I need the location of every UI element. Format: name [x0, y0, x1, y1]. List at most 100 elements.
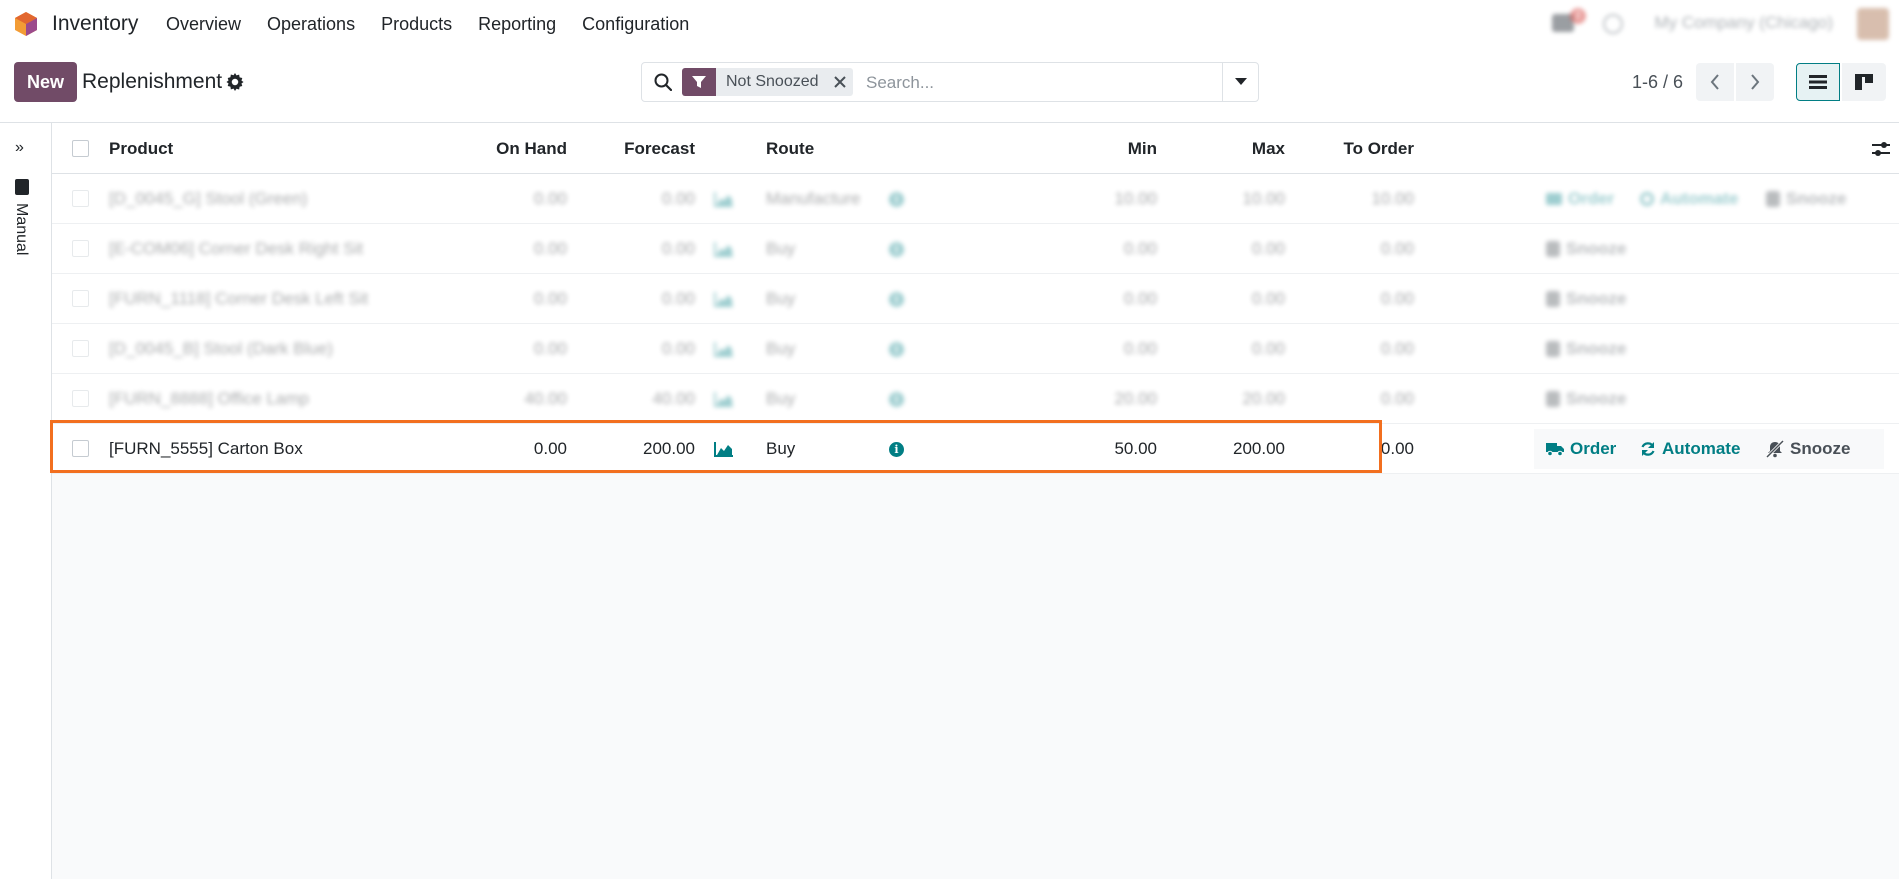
truck-icon: [1546, 443, 1564, 456]
info-icon[interactable]: i: [889, 342, 904, 357]
snooze-button[interactable]: Snooze: [1546, 289, 1626, 309]
bell-slash-icon: [1546, 241, 1560, 257]
pager-previous-chevron-left-icon[interactable]: [1696, 63, 1734, 101]
row-checkbox[interactable]: [72, 390, 89, 407]
forecast-value: 40.00: [652, 389, 695, 408]
forecast-area-chart-icon[interactable]: [714, 341, 734, 357]
manual-filter[interactable]: Manual: [12, 203, 30, 255]
table-row-carton-box[interactable]: [FURN_5555] Carton Box 0.00 200.00 Buy i…: [52, 424, 1899, 474]
product-name[interactable]: [D_0045_B] Stool (Dark Blue): [109, 339, 333, 359]
on-hand-value: 0.00: [533, 289, 567, 308]
notification-badge: 2: [1570, 8, 1586, 24]
product-name[interactable]: [FURN_8888] Office Lamp: [109, 389, 309, 409]
snooze-button[interactable]: Snooze: [1546, 389, 1626, 409]
company-switcher[interactable]: My Company (Chicago): [1654, 13, 1833, 33]
search-options-chevron-down-icon[interactable]: [1222, 62, 1259, 102]
gear-icon[interactable]: [226, 73, 244, 91]
bell-slash-icon: [1766, 440, 1784, 458]
user-avatar[interactable]: [1857, 8, 1889, 40]
column-min[interactable]: Min: [1007, 139, 1157, 159]
menu-reporting[interactable]: Reporting: [478, 14, 556, 35]
forecast-area-chart-icon[interactable]: [714, 291, 734, 307]
product-name[interactable]: [E-COM06] Corner Desk Right Sit: [109, 239, 363, 259]
row-checkbox[interactable]: [72, 440, 89, 457]
app-logo-icon[interactable]: [14, 11, 38, 37]
filter-icon: [682, 68, 716, 96]
search-icon[interactable]: [654, 73, 672, 91]
snooze-button[interactable]: Snooze: [1546, 239, 1626, 259]
column-max[interactable]: Max: [1162, 139, 1285, 159]
info-icon[interactable]: i: [889, 242, 904, 257]
table-header: Product On Hand Forecast Route Min Max T…: [52, 123, 1899, 174]
min-value: 10.00: [1114, 189, 1157, 208]
list-view-icon[interactable]: [1796, 63, 1840, 101]
min-value: 0.00: [1123, 339, 1157, 358]
breadcrumb-title: Replenishment: [82, 70, 223, 93]
menu-products[interactable]: Products: [381, 14, 452, 35]
info-icon[interactable]: i: [889, 292, 904, 307]
table-row[interactable]: [D_0045_B] Stool (Dark Blue) 0.00 0.00 B…: [52, 324, 1899, 374]
snooze-button[interactable]: Snooze: [1766, 439, 1850, 459]
table-row[interactable]: [D_0045_G] Stool (Green) 0.00 0.00 Manuf…: [52, 174, 1899, 224]
on-hand-value: 0.00: [533, 239, 567, 258]
facet-remove-close-icon[interactable]: [826, 68, 853, 96]
forecast-area-chart-icon[interactable]: [714, 241, 734, 257]
order-button[interactable]: Order: [1546, 189, 1614, 209]
row-checkbox[interactable]: [72, 190, 89, 207]
product-name[interactable]: [D_0045_G] Stool (Green): [109, 189, 307, 209]
column-to-order[interactable]: To Order: [1290, 139, 1414, 159]
new-button[interactable]: New: [14, 62, 77, 102]
to-order-value: 0.00: [1380, 439, 1414, 458]
product-name[interactable]: [FURN_1118] Corner Desk Left Sit: [109, 289, 368, 309]
forecast-area-chart-icon[interactable]: [714, 391, 734, 407]
search-input[interactable]: [864, 71, 1244, 95]
menu-configuration[interactable]: Configuration: [582, 14, 689, 35]
expand-panel-chevron-icon[interactable]: »: [15, 139, 24, 157]
max-value: 0.00: [1251, 239, 1285, 258]
product-name[interactable]: [FURN_5555] Carton Box: [109, 439, 303, 459]
app-name[interactable]: Inventory: [52, 12, 138, 36]
info-icon[interactable]: i: [889, 442, 904, 457]
info-icon[interactable]: i: [889, 392, 904, 407]
on-hand-value: 40.00: [524, 389, 567, 408]
snooze-button[interactable]: Snooze: [1546, 339, 1626, 359]
table-row[interactable]: [FURN_8888] Office Lamp 40.00 40.00 Buy …: [52, 374, 1899, 424]
pager-next-chevron-right-icon[interactable]: [1736, 63, 1774, 101]
row-checkbox[interactable]: [72, 240, 89, 257]
bell-slash-icon: [1546, 341, 1560, 357]
table-row[interactable]: [E-COM06] Corner Desk Right Sit 0.00 0.0…: [52, 224, 1899, 274]
pager-value[interactable]: 1-6 / 6: [1632, 72, 1683, 93]
forecast-area-chart-icon[interactable]: [714, 191, 734, 207]
on-hand-value: 0.00: [533, 189, 567, 208]
forecast-value: 0.00: [661, 339, 695, 358]
automate-button[interactable]: Automate: [1640, 439, 1740, 459]
route-value: Manufacture: [766, 189, 861, 208]
info-icon[interactable]: i: [889, 192, 904, 207]
column-forecast[interactable]: Forecast: [572, 139, 695, 159]
row-checkbox[interactable]: [72, 290, 89, 307]
bell-slash-icon: [1546, 291, 1560, 307]
column-route[interactable]: Route: [766, 139, 814, 159]
optional-columns-sliders-icon[interactable]: [1872, 140, 1890, 158]
snooze-button[interactable]: Snooze: [1766, 189, 1846, 209]
menu-overview[interactable]: Overview: [166, 14, 241, 35]
forecast-value: 0.00: [661, 189, 695, 208]
column-product[interactable]: Product: [109, 139, 173, 159]
forecast-area-chart-icon[interactable]: [714, 441, 734, 457]
activity-clock-icon[interactable]: [1603, 14, 1623, 34]
order-button[interactable]: Order: [1546, 439, 1616, 459]
column-on-hand[interactable]: On Hand: [442, 139, 567, 159]
select-all-checkbox[interactable]: [72, 140, 89, 157]
to-order-value: 0.00: [1380, 289, 1414, 308]
automate-button[interactable]: Automate: [1640, 189, 1738, 209]
kanban-view-icon[interactable]: [1842, 63, 1886, 101]
bell-slash-icon: [1766, 191, 1780, 207]
route-value: Buy: [766, 389, 796, 408]
table-row[interactable]: [FURN_1118] Corner Desk Left Sit 0.00 0.…: [52, 274, 1899, 324]
row-checkbox[interactable]: [72, 340, 89, 357]
menu-operations[interactable]: Operations: [267, 14, 355, 35]
min-value: 50.00: [1114, 439, 1157, 458]
min-value: 20.00: [1114, 389, 1157, 408]
min-value: 0.00: [1123, 289, 1157, 308]
to-order-value: 0.00: [1380, 239, 1414, 258]
